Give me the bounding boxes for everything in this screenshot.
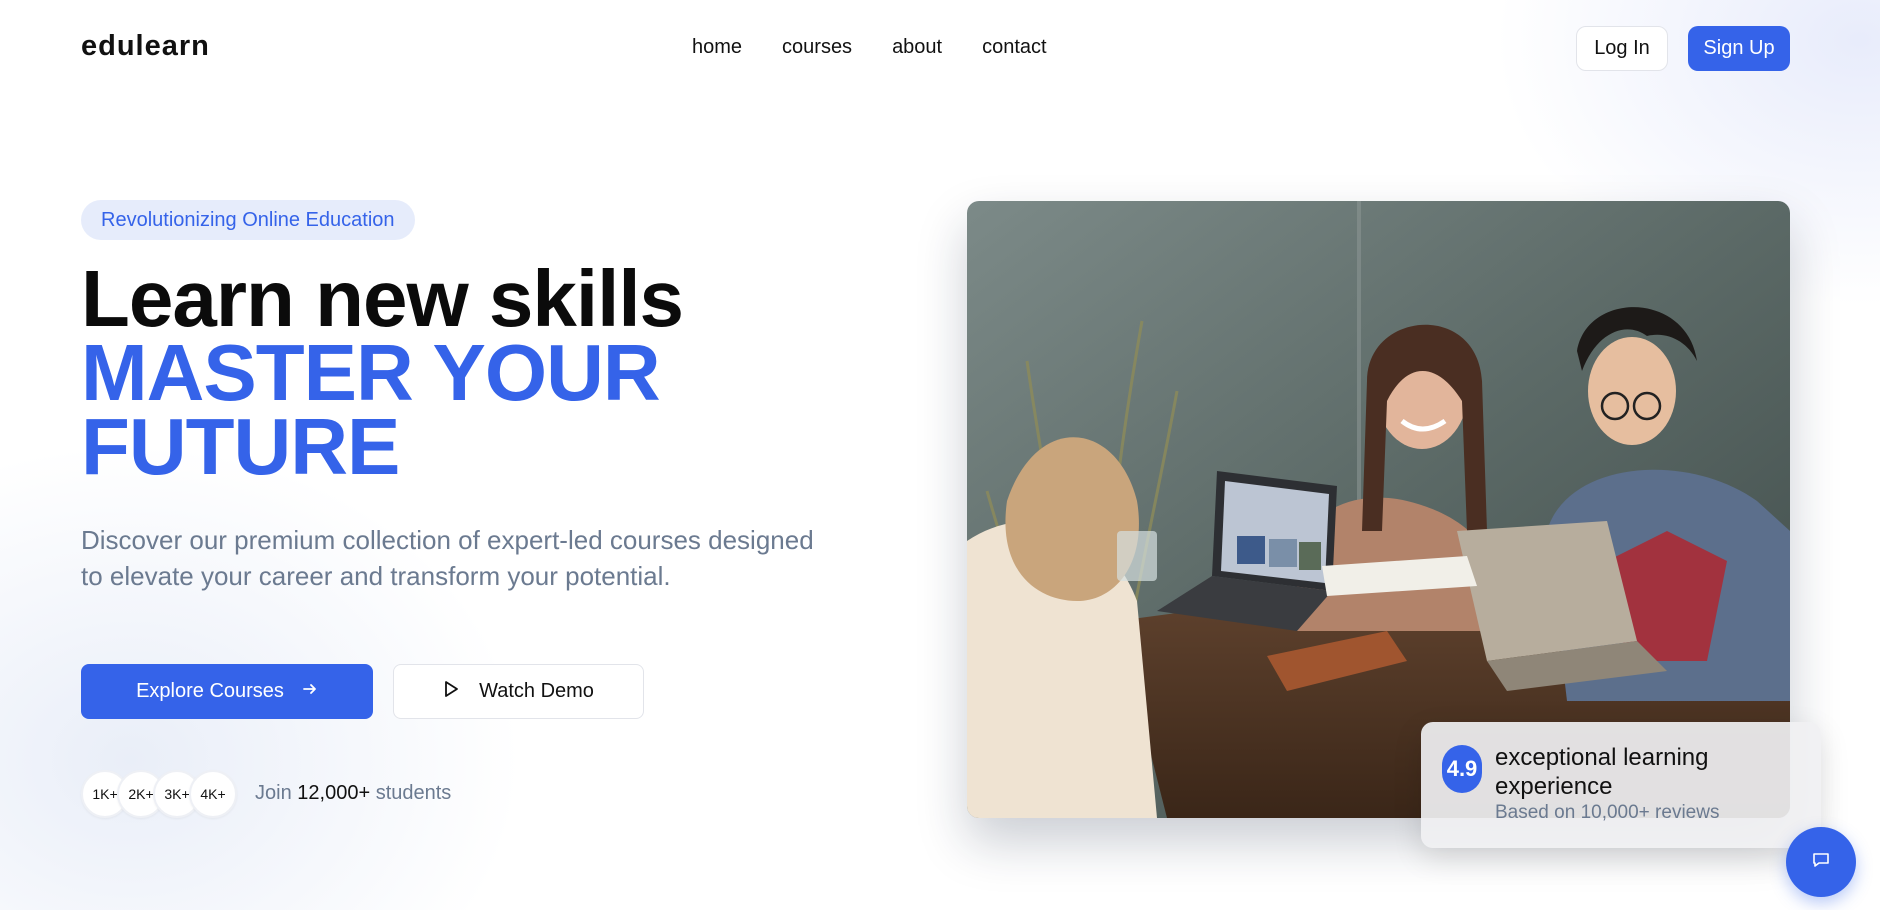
headline-line-3: future xyxy=(81,402,400,491)
rating-title: Exceptional Learning Experience xyxy=(1495,744,1709,800)
main-nav: Home Courses About Contact xyxy=(692,36,1047,59)
logo[interactable]: eduLearn xyxy=(81,30,210,63)
login-button[interactable]: Log In xyxy=(1576,26,1668,71)
chat-button[interactable] xyxy=(1786,827,1856,897)
rating-score: 4.9 xyxy=(1442,745,1482,793)
site-header: eduLearn Home Courses About Contact Log … xyxy=(0,0,1880,96)
hero-badge: Revolutionizing Online Education xyxy=(81,200,415,240)
explore-courses-label: Explore Courses xyxy=(136,680,284,702)
avatar: 4K+ xyxy=(189,770,237,818)
join-count: 12,000+ xyxy=(297,782,371,804)
rating-subtitle: Based on 10,000+ reviews xyxy=(1495,802,1720,823)
play-icon xyxy=(443,680,459,704)
explore-courses-button[interactable]: Explore Courses xyxy=(81,664,373,719)
join-prefix: Join xyxy=(255,782,292,804)
hero-description: Discover our premium collection of exper… xyxy=(81,525,814,591)
headline-line-1: Learn new skills xyxy=(81,254,684,343)
signup-button[interactable]: Sign Up xyxy=(1688,26,1790,71)
nav-courses[interactable]: Courses xyxy=(782,36,852,59)
watch-demo-button[interactable]: Watch Demo xyxy=(393,664,644,719)
watch-demo-label: Watch Demo xyxy=(479,680,594,702)
chat-icon xyxy=(1811,850,1831,875)
nav-home[interactable]: Home xyxy=(692,36,742,59)
rating-card: 4.9 Exceptional Learning Experience Base… xyxy=(1421,722,1821,848)
nav-contact[interactable]: Contact xyxy=(982,36,1046,59)
join-suffix: students xyxy=(375,782,452,804)
arrow-right-icon xyxy=(302,680,318,703)
hero-headline: Learn new skills master your future xyxy=(81,254,684,491)
nav-about[interactable]: About xyxy=(892,36,942,59)
join-students-text: Join 12,000+ students xyxy=(255,782,451,805)
student-avatars: 1K+ 2K+ 3K+ 4K+ xyxy=(81,770,237,818)
headline-line-2: master your xyxy=(81,328,661,417)
